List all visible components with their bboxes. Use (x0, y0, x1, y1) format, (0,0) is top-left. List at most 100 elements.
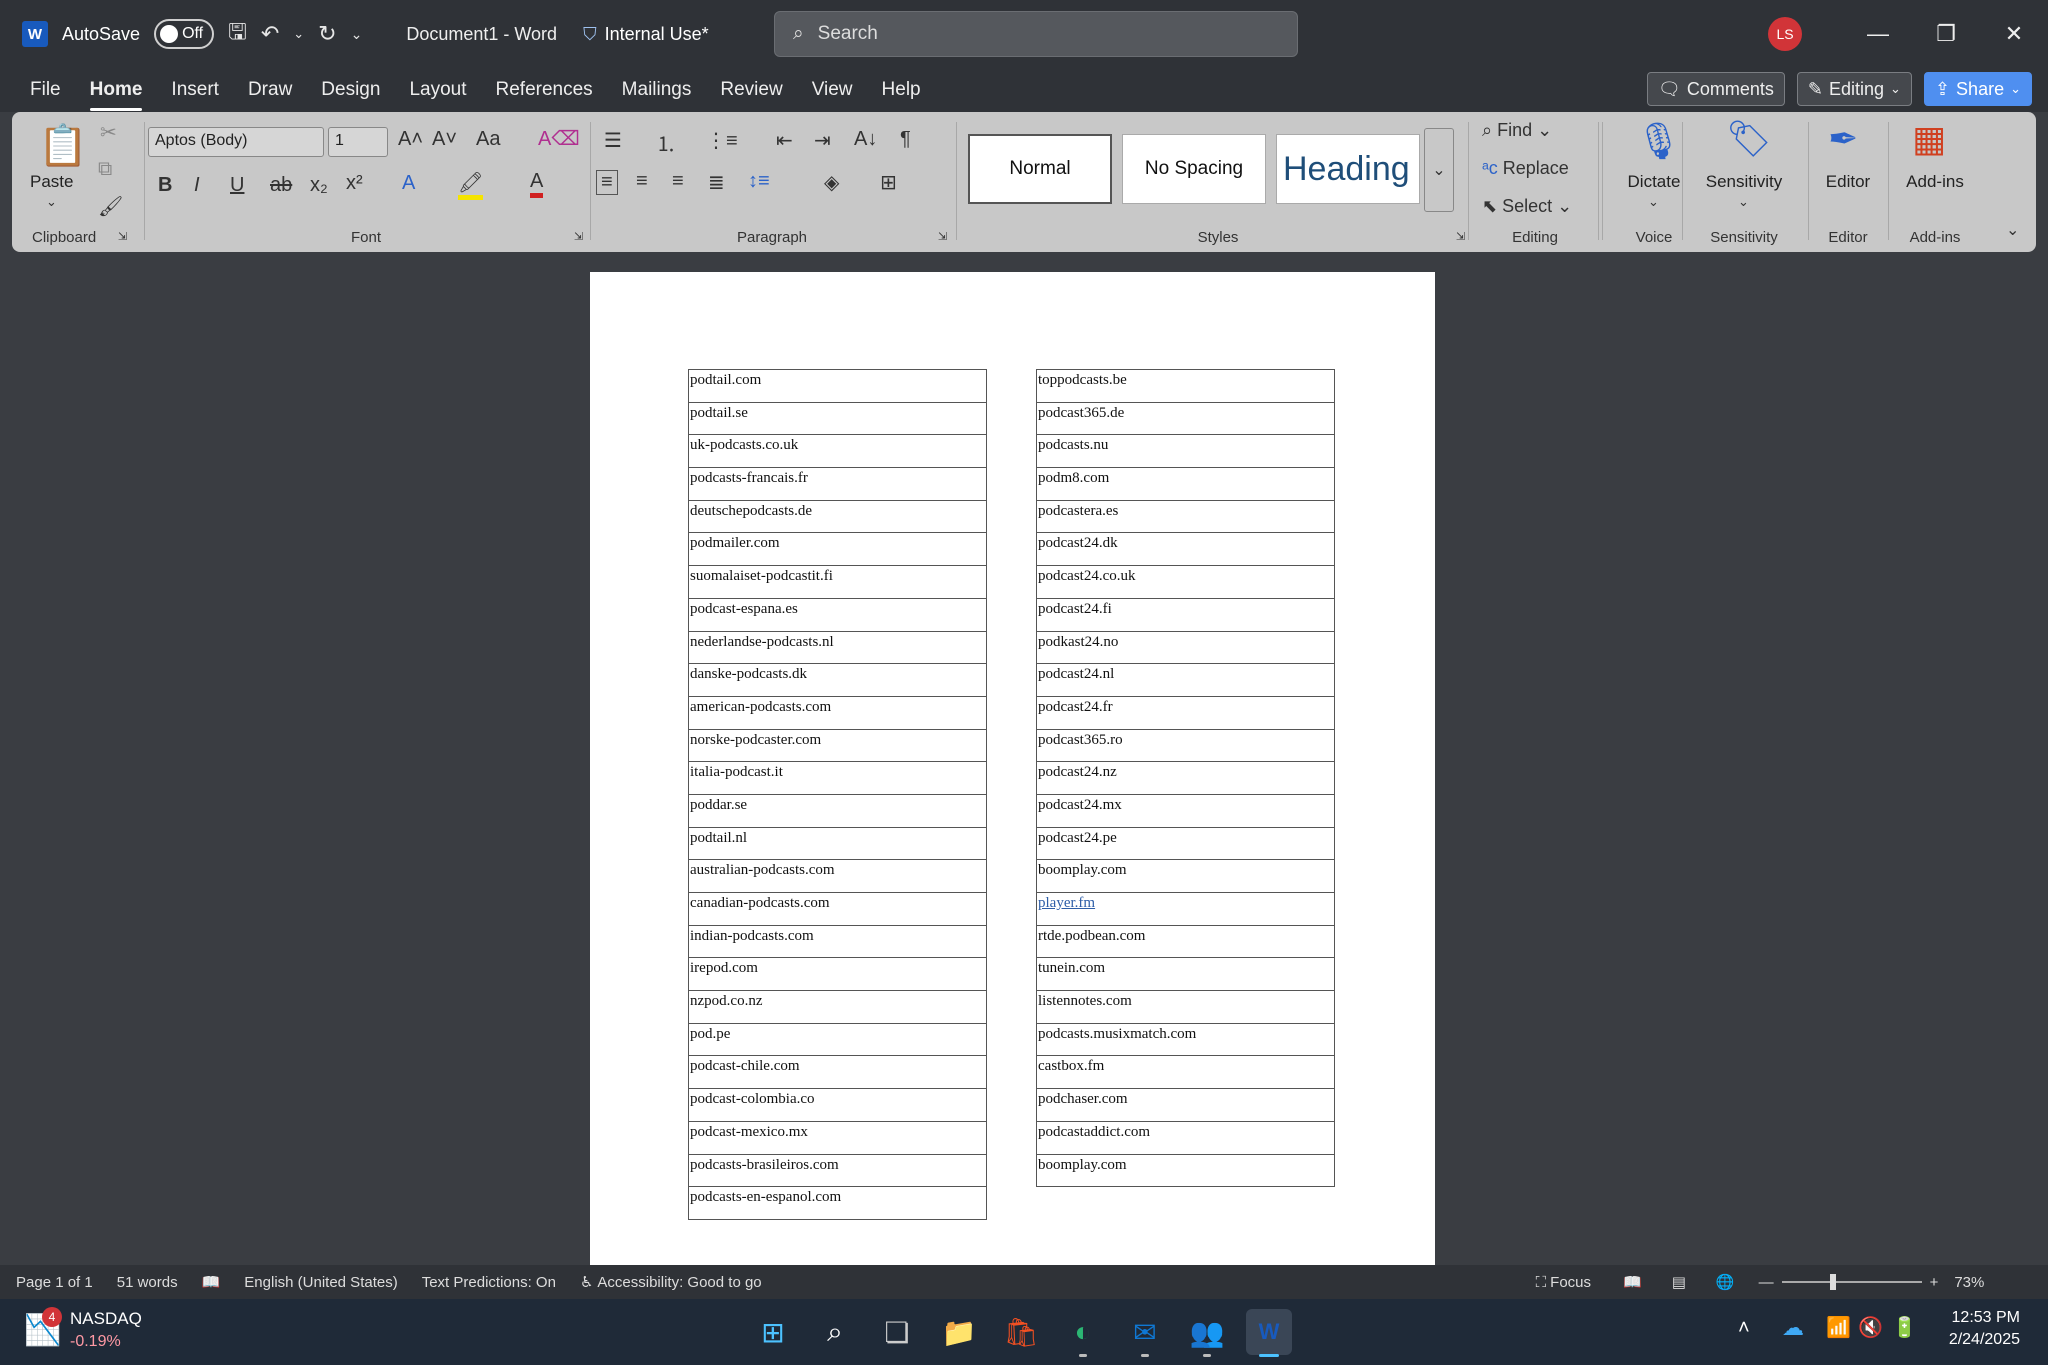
style-normal[interactable]: Normal (968, 134, 1112, 204)
table-cell[interactable]: podcast-chile.com (688, 1055, 987, 1090)
right-domain-table[interactable]: toppodcasts.be podcast365.de podcasts.nu po… (1036, 369, 1335, 1188)
style-no-spacing[interactable]: No Spacing (1122, 134, 1266, 204)
justify-icon[interactable]: ≣ (708, 170, 725, 195)
table-cell[interactable]: podcast24.nz (1036, 761, 1335, 795)
minimize-icon[interactable]: — (1844, 21, 1912, 47)
zoom-level[interactable]: 73% (1954, 1274, 1984, 1291)
table-cell[interactable]: american-podcasts.com (688, 695, 987, 730)
web-layout-icon[interactable]: 🌐 (1716, 1273, 1735, 1291)
save-icon[interactable]: 🖫 (228, 15, 247, 53)
microphone-icon[interactable]: 🎙 (1636, 120, 1682, 162)
select-button[interactable]: ⬉ Select ⌄ (1482, 196, 1572, 217)
tab-draw[interactable]: Draw (248, 75, 292, 105)
format-painter-icon[interactable]: 🖌 (98, 194, 123, 219)
chevron-down-icon[interactable]: ⌄ (1738, 194, 1749, 210)
find-button[interactable]: ⌕ Find ⌄ (1482, 120, 1552, 141)
onedrive-icon[interactable]: ☁ (1782, 1315, 1804, 1341)
paste-label[interactable]: Paste (30, 172, 73, 192)
table-cell[interactable]: podcast24.mx (1036, 793, 1335, 828)
table-cell[interactable]: podtail.nl (688, 826, 987, 861)
text-effects-icon[interactable]: A (402, 172, 415, 195)
table-cell[interactable]: tunein.com (1036, 957, 1335, 992)
zoom-out-icon[interactable]: — (1759, 1274, 1774, 1291)
table-cell[interactable]: podcasts.nu (1036, 434, 1335, 469)
numbering-icon[interactable]: ⒈ (656, 128, 676, 157)
word-taskbar-icon[interactable]: W (1246, 1309, 1292, 1357)
editor-button[interactable]: Editor (1810, 172, 1886, 192)
restore-icon[interactable]: ❐ (1912, 21, 1980, 47)
table-cell[interactable]: podcastera.es (1036, 499, 1335, 534)
text-predictions-status[interactable]: Text Predictions: On (422, 1274, 556, 1291)
table-cell[interactable]: toppodcasts.be (1036, 369, 1335, 403)
table-cell[interactable]: irepod.com (688, 957, 987, 992)
widget-title[interactable]: NASDAQ (70, 1309, 142, 1329)
table-cell[interactable]: podcast24.fi (1036, 597, 1335, 632)
teams-icon[interactable]: 👥 (1184, 1309, 1230, 1357)
table-cell[interactable]: podchaser.com (1036, 1088, 1335, 1122)
table-cell[interactable]: podcast365.ro (1036, 728, 1335, 763)
battery-icon[interactable]: 🔋 (1892, 1315, 1917, 1340)
proofing-icon[interactable]: 📖 (202, 1273, 221, 1291)
redo-icon[interactable]: ↻ (318, 21, 336, 47)
grow-font-icon[interactable]: A˄ (398, 128, 423, 151)
dialog-launcher-icon[interactable]: ⇲ (118, 230, 127, 243)
table-cell[interactable]: boomplay.com (1036, 859, 1335, 893)
table-cell[interactable]: podcast24.co.uk (1036, 565, 1335, 599)
tab-help[interactable]: Help (882, 75, 921, 105)
table-cell[interactable]: podcast24.dk (1036, 532, 1335, 567)
table-cell[interactable]: nzpod.co.nz (688, 990, 987, 1024)
table-cell[interactable]: podcasts-francais.fr (688, 467, 987, 501)
table-cell[interactable]: indian-podcasts.com (688, 924, 987, 959)
highlight-icon[interactable]: 🖍 (458, 170, 484, 200)
table-cell[interactable]: podcasts-en-espanol.com (688, 1186, 987, 1220)
shading-icon[interactable]: ◈ (824, 170, 839, 195)
addins-icon[interactable]: ▦ (1912, 118, 1946, 160)
wifi-icon[interactable]: 📶 (1826, 1315, 1851, 1340)
tab-view[interactable]: View (812, 75, 853, 105)
close-icon[interactable]: ✕ (1980, 21, 2048, 47)
bullets-icon[interactable]: ☰ (604, 128, 622, 153)
tab-layout[interactable]: Layout (409, 75, 466, 105)
table-cell[interactable]: suomalaiset-podcastit.fi (688, 565, 987, 599)
file-explorer-icon[interactable]: 📁 (936, 1309, 982, 1355)
table-cell[interactable]: pod.pe (688, 1022, 987, 1057)
table-cell[interactable]: podtail.se (688, 401, 987, 436)
sensitivity-icon[interactable]: 🏷 (1726, 118, 1772, 160)
bold-icon[interactable]: B (158, 174, 172, 197)
document-page[interactable]: podtail.com podtail.se uk-podcasts.co.uk po… (590, 272, 1435, 1265)
tab-insert[interactable]: Insert (171, 75, 219, 105)
table-cell[interactable]: player.fm (1036, 892, 1335, 926)
dialog-launcher-icon[interactable]: ⇲ (574, 230, 583, 243)
table-cell[interactable]: nederlandse-podcasts.nl (688, 630, 987, 665)
table-cell[interactable]: podcasts.musixmatch.com (1036, 1022, 1335, 1057)
zoom-slider[interactable] (1781, 1274, 1922, 1290)
subscript-icon[interactable]: x₂ (310, 174, 328, 197)
underline-icon[interactable]: U (230, 174, 244, 197)
editor-icon[interactable]: ✒ (1828, 118, 1858, 160)
table-cell[interactable]: podcast24.fr (1036, 695, 1335, 730)
sensitivity-button[interactable]: Sensitivity (1684, 172, 1804, 192)
table-cell[interactable]: podtail.com (688, 369, 987, 403)
accessibility-status[interactable]: Accessibility: Good to go (597, 1274, 761, 1291)
table-cell[interactable]: italia-podcast.it (688, 761, 987, 795)
start-icon[interactable]: ⊞ (750, 1309, 796, 1355)
word-count[interactable]: 51 words (117, 1274, 178, 1291)
dialog-launcher-icon[interactable]: ⇲ (1456, 230, 1465, 243)
focus-button[interactable]: Focus (1550, 1274, 1591, 1291)
clear-formatting-icon[interactable]: A⌫ (538, 126, 580, 151)
left-domain-table[interactable]: podtail.com podtail.se uk-podcasts.co.uk po… (688, 369, 987, 1220)
font-size-select[interactable]: 1 (328, 127, 388, 157)
show-formatting-icon[interactable]: ¶ (900, 128, 911, 151)
autosave-toggle[interactable]: Off (154, 19, 215, 49)
borders-icon[interactable]: ⊞ (880, 170, 897, 195)
tab-design[interactable]: Design (321, 75, 380, 105)
share-button[interactable]: ⇪ Share ⌄ (1923, 72, 2032, 106)
table-cell[interactable]: deutschepodcasts.de (688, 499, 987, 534)
line-spacing-icon[interactable]: ↕≡ (748, 170, 770, 193)
tab-review[interactable]: Review (720, 75, 782, 105)
undo-icon[interactable]: ↶ (261, 21, 279, 47)
clock[interactable]: 12:53 PM 2/24/2025 (1949, 1309, 2020, 1349)
sensitivity-label[interactable]: Internal Use* (605, 24, 709, 45)
increase-indent-icon[interactable]: ⇥ (814, 128, 831, 153)
table-cell[interactable]: podmailer.com (688, 532, 987, 567)
